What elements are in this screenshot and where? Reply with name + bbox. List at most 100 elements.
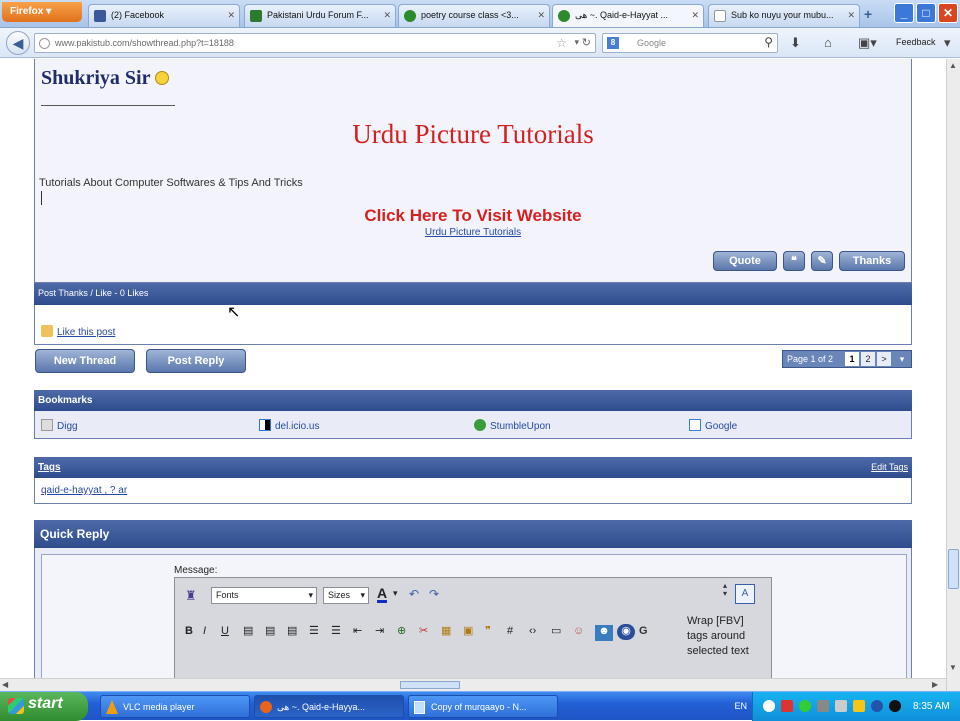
wrap-php-icon[interactable]: ▭ xyxy=(551,624,573,637)
home-icon[interactable]: ⌂ xyxy=(824,35,832,50)
bookmarks-menu-icon[interactable]: ▣▾ xyxy=(858,35,877,51)
taskbar-notepad[interactable]: Copy of murqaayo - N... xyxy=(408,695,558,718)
underline-icon[interactable]: U xyxy=(221,625,243,637)
tab-facebook[interactable]: (2) Facebook ✕ xyxy=(88,4,240,27)
close-icon[interactable]: ✕ xyxy=(227,10,235,21)
next-page-link[interactable]: > xyxy=(877,352,891,366)
bold-icon[interactable]: B xyxy=(185,625,203,637)
facebook-share-icon[interactable]: ◉ xyxy=(617,624,635,640)
stumbleupon-link[interactable]: StumbleUpon xyxy=(474,419,551,432)
thanks-button[interactable]: Thanks xyxy=(839,251,905,271)
delicious-link[interactable]: del.icio.us xyxy=(259,419,319,432)
switch-editor-mode-icon[interactable]: A xyxy=(735,584,755,604)
google-icon[interactable]: 8 xyxy=(607,37,619,49)
maximize-button[interactable]: □ xyxy=(916,3,936,23)
tray-icon-7[interactable] xyxy=(871,700,883,712)
redo-icon[interactable]: ↷ xyxy=(429,587,439,601)
digg-link[interactable]: Digg xyxy=(41,419,78,432)
firefox-menu-button[interactable]: Firefox ▾ xyxy=(2,2,82,22)
insert-video-icon[interactable]: ▣ xyxy=(463,624,485,637)
text-color-icon[interactable]: A xyxy=(377,586,388,603)
tags-title[interactable]: Tags xyxy=(38,462,61,473)
hscroll-thumb[interactable] xyxy=(400,681,460,689)
tutorials-link[interactable]: Urdu Picture Tutorials xyxy=(35,227,911,238)
new-tab-button[interactable]: + xyxy=(864,6,872,22)
edit-tags-link[interactable]: Edit Tags xyxy=(871,462,908,472)
insert-image-icon[interactable]: ▦ xyxy=(441,624,463,637)
scroll-down-icon[interactable]: ▼ xyxy=(949,663,957,672)
tag-links[interactable]: qaid-e-hayyat , ? ar xyxy=(41,485,127,496)
bookmark-star-icon[interactable]: ☆ xyxy=(556,36,567,50)
tab-sub-ko[interactable]: Sub ko nuyu your mubu... ✕ xyxy=(708,4,860,27)
search-icon[interactable]: ⚲ xyxy=(764,35,773,49)
wrap-code-icon[interactable]: # xyxy=(507,625,529,637)
url-bar[interactable]: www.pakistub.com/showthread.php?t=18188 … xyxy=(34,33,596,53)
site-identity-icon[interactable] xyxy=(39,38,50,49)
network-icon[interactable] xyxy=(817,700,829,712)
tray-icon-1[interactable] xyxy=(763,700,775,712)
scroll-up-icon[interactable]: ▲ xyxy=(949,61,957,70)
like-post-link[interactable]: Like this post xyxy=(41,325,115,338)
quote-icon[interactable]: ❞ xyxy=(485,624,507,637)
wrap-html-icon[interactable]: ‹› xyxy=(529,625,551,637)
close-icon[interactable]: ✕ xyxy=(691,10,699,21)
align-left-icon[interactable]: ▤ xyxy=(243,624,265,637)
scroll-right-icon[interactable]: ▶ xyxy=(932,680,938,689)
taskbar-firefox[interactable]: ھی ~. Qaid-e-Hayya... xyxy=(254,695,404,718)
unordered-list-icon[interactable]: ☰ xyxy=(331,624,353,637)
remove-format-icon[interactable]: ♜ xyxy=(185,588,197,604)
outdent-icon[interactable]: ⇤ xyxy=(353,624,375,637)
reload-icon[interactable]: ↻ xyxy=(582,36,591,49)
start-button[interactable]: start xyxy=(0,692,88,721)
search-bar[interactable]: 8 Google ⚲ xyxy=(602,33,778,53)
taskbar-vlc[interactable]: VLC media player xyxy=(100,695,250,718)
language-indicator[interactable]: EN xyxy=(734,701,747,711)
page-1-link[interactable]: 1 xyxy=(845,352,859,366)
ordered-list-icon[interactable]: ☰ xyxy=(309,624,331,637)
insert-link-icon[interactable]: ⊕ xyxy=(397,624,419,637)
page-menu-icon[interactable]: ▾ xyxy=(895,352,909,366)
scrollbar-thumb[interactable] xyxy=(948,549,959,589)
quick-quote-button[interactable]: ✎ xyxy=(811,251,833,271)
smilies-icon[interactable]: ☺ xyxy=(573,625,595,637)
feedback-button[interactable]: Feedback xyxy=(896,37,936,47)
back-button[interactable]: ◀ xyxy=(6,31,30,55)
page-2-link[interactable]: 2 xyxy=(861,352,875,366)
size-select[interactable]: Sizes ▾ xyxy=(323,587,369,604)
chevron-down-icon[interactable]: ▾ xyxy=(393,588,398,599)
dropdown-icon[interactable]: ▾ xyxy=(574,37,579,48)
close-icon[interactable]: ✕ xyxy=(383,10,391,21)
italic-icon[interactable]: I xyxy=(203,625,221,637)
quote-button[interactable]: Quote xyxy=(713,251,777,271)
horizontal-scrollbar[interactable]: ◀ ▶ xyxy=(0,678,946,691)
remove-link-icon[interactable]: ✂ xyxy=(419,624,441,637)
vertical-scrollbar[interactable]: ▲ ▼ xyxy=(946,59,960,691)
google-link[interactable]: Google xyxy=(689,419,737,432)
resize-arrows-icon[interactable]: ▴ ▾ xyxy=(723,582,727,598)
indent-icon[interactable]: ⇥ xyxy=(375,624,397,637)
align-right-icon[interactable]: ▤ xyxy=(287,624,309,637)
menu-arrow-icon[interactable]: ▾ xyxy=(944,35,951,51)
align-center-icon[interactable]: ▤ xyxy=(265,624,287,637)
font-select[interactable]: Fonts ▾ xyxy=(211,587,317,604)
attach-icon[interactable]: ☻ xyxy=(595,625,613,641)
download-icon[interactable]: ⬇ xyxy=(790,35,801,51)
tab-qaid-e-hayyat[interactable]: ھی ~. Qaid-e-Hayyat ... ✕ xyxy=(552,4,704,27)
tab-poetry[interactable]: poetry course class <3... ✕ xyxy=(398,4,550,27)
tray-icon-6[interactable] xyxy=(853,700,865,712)
multi-quote-button[interactable]: ❝ xyxy=(783,251,805,271)
google-search-icon[interactable]: G xyxy=(639,625,653,637)
scroll-left-icon[interactable]: ◀ xyxy=(2,680,8,689)
tray-icon-8[interactable] xyxy=(889,700,901,712)
tab-forum[interactable]: Pakistani Urdu Forum F... ✕ xyxy=(244,4,396,27)
post-reply-button[interactable]: Post Reply xyxy=(146,349,246,373)
visit-website-link[interactable]: Click Here To Visit Website xyxy=(35,206,911,226)
tray-icon-2[interactable] xyxy=(781,700,793,712)
undo-icon[interactable]: ↶ xyxy=(409,587,419,601)
new-thread-button[interactable]: New Thread xyxy=(35,349,135,373)
clock[interactable]: 8:35 AM xyxy=(913,701,950,712)
volume-icon[interactable] xyxy=(835,700,847,712)
close-window-button[interactable]: ✕ xyxy=(938,3,958,23)
close-icon[interactable]: ✕ xyxy=(847,10,855,21)
close-icon[interactable]: ✕ xyxy=(537,10,545,21)
